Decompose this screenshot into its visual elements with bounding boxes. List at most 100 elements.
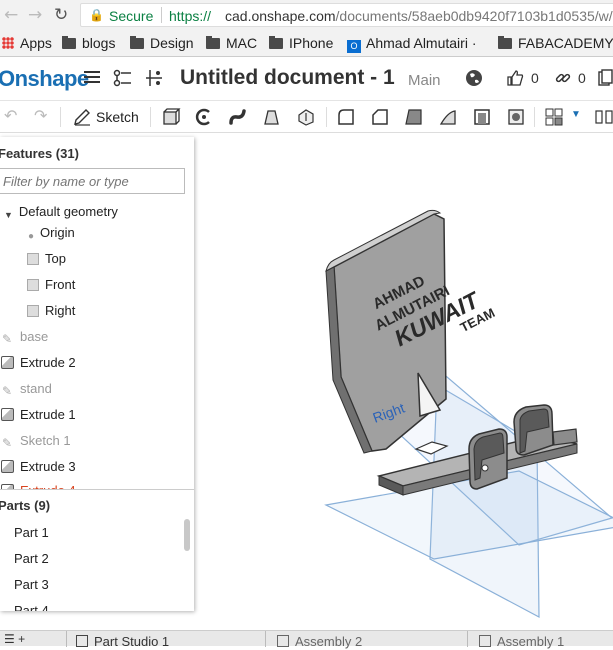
apps-grid-icon — [2, 37, 14, 49]
feature-label: Extrude 2 — [20, 355, 76, 370]
like-icon[interactable] — [506, 69, 524, 87]
bookmark-iphone[interactable]: IPhone — [269, 35, 333, 51]
bookmark-label: MAC — [226, 35, 258, 51]
secure-label: Secure — [109, 8, 154, 24]
feature-extrude-2[interactable]: Extrude 2 — [1, 354, 76, 380]
feature-origin[interactable]: ● Origin — [28, 224, 75, 250]
fillet-icon[interactable] — [336, 107, 356, 127]
url-text: cad.onshape.com/documents/58aeb0db9420f7… — [225, 8, 613, 24]
feature-base-sketch[interactable]: ✎ base — [2, 328, 48, 354]
tab-assembly-1[interactable]: Assembly 1 — [479, 634, 564, 650]
graphics-viewport[interactable]: AHMAD ALMUTAIRI KUWAIT TEAM Right — [194, 133, 613, 630]
part-item[interactable]: Part 4 — [14, 602, 49, 611]
redo-icon[interactable]: ↷ — [34, 106, 47, 126]
thicken-icon[interactable] — [296, 107, 316, 127]
link-count: 0 — [578, 70, 586, 86]
url-bar[interactable]: 🔒 Secure https:// cad.onshape.com/docume… — [80, 3, 613, 27]
copy-icon[interactable] — [598, 69, 613, 87]
part-item[interactable]: Part 3 — [14, 576, 49, 602]
origin-dot-icon: ● — [28, 231, 35, 242]
bookmark-mac[interactable]: MAC — [206, 35, 257, 51]
folder-icon — [62, 36, 76, 49]
chevron-down-icon[interactable]: ▼ — [4, 206, 13, 224]
reload-icon[interactable]: ↻ — [54, 5, 68, 25]
phone-stand-model[interactable]: AHMAD ALMUTAIRI KUWAIT TEAM Right — [194, 133, 613, 630]
features-header[interactable]: Features (31) — [0, 146, 79, 161]
sketch-pencil-icon: ✎ — [2, 332, 13, 346]
feature-label: Origin — [40, 225, 75, 240]
pencil-icon[interactable] — [72, 107, 92, 127]
chevron-down-icon[interactable]: ▼ — [571, 109, 581, 120]
feature-filter-input[interactable] — [0, 168, 185, 194]
mirror-icon[interactable] — [594, 107, 613, 127]
like-count: 0 — [531, 70, 539, 86]
part-item[interactable]: Part 1 — [14, 524, 49, 550]
feature-extrude-1[interactable]: Extrude 1 — [1, 406, 76, 432]
tab-divider — [467, 631, 468, 647]
rib-icon[interactable] — [438, 107, 458, 127]
bookmark-design[interactable]: Design — [130, 35, 194, 51]
plane-icon — [27, 253, 39, 265]
chamfer-icon[interactable] — [370, 107, 390, 127]
tab-part-studio-1[interactable]: Part Studio 1 — [76, 634, 169, 650]
draft-icon[interactable] — [404, 107, 424, 127]
insert-icon[interactable] — [145, 69, 163, 87]
forward-arrow-icon[interactable]: → — [28, 5, 42, 25]
origin-point — [481, 464, 489, 472]
extrude-icon[interactable] — [161, 107, 181, 127]
bookmark-label: Apps — [20, 35, 52, 51]
feature-toolbar: ↶ ↷ Sketch ▼ — [0, 100, 613, 133]
url-scheme: https:// — [169, 8, 212, 24]
toolbar-divider — [326, 107, 327, 127]
document-title[interactable]: Untitled document - 1 — [180, 66, 395, 90]
feature-front-plane[interactable]: Front — [27, 276, 75, 302]
feature-stand-sketch[interactable]: ✎ stand — [2, 380, 52, 406]
bookmark-apps[interactable]: Apps — [2, 35, 52, 51]
part-item[interactable]: Part 2 — [14, 550, 49, 576]
sketch-button[interactable]: Sketch — [96, 109, 139, 125]
bookmark-ahmad[interactable]: O Ahmad Almutairi · — [347, 35, 476, 53]
globe-icon[interactable] — [465, 69, 483, 87]
onshape-logo[interactable]: Onshape — [0, 66, 89, 92]
parts-scrollbar[interactable] — [184, 519, 190, 551]
sweep-icon[interactable] — [228, 107, 248, 127]
shell-icon[interactable] — [472, 107, 492, 127]
revolve-icon[interactable] — [194, 107, 214, 127]
feature-extrude-3[interactable]: Extrude 3 — [1, 458, 76, 484]
bookmark-label: FABACADEMY — [518, 35, 613, 51]
version-graph-icon[interactable] — [113, 69, 133, 87]
tab-label: Assembly 1 — [497, 634, 565, 649]
bookmark-blogs[interactable]: blogs — [62, 35, 115, 51]
sketch-pencil-icon: ✎ — [2, 384, 13, 398]
loft-icon[interactable] — [262, 107, 282, 127]
tab-assembly-2[interactable]: Assembly 2 — [277, 634, 362, 650]
plane-icon — [27, 279, 39, 291]
feature-right-plane[interactable]: Right — [27, 302, 75, 328]
branch-label: Main — [408, 72, 441, 89]
back-arrow-icon[interactable]: ← — [4, 5, 18, 25]
parts-section: Parts (9) Part 1 Part 2 Part 3 Part 4 — [0, 490, 194, 611]
url-path: /documents/58aeb0db9420f7103b1d0535/w/ — [335, 8, 613, 24]
link-icon[interactable] — [555, 70, 571, 86]
feature-top-plane[interactable]: Top — [27, 250, 66, 276]
bookmark-label: blogs — [82, 35, 116, 51]
part-studio-icon — [76, 635, 88, 647]
hamburger-menu-icon[interactable] — [84, 69, 100, 85]
assembly-icon — [277, 635, 289, 647]
folder-icon — [498, 36, 512, 49]
bookmark-fabacademy[interactable]: FABACADEMY — [498, 35, 613, 51]
parts-header[interactable]: Parts (9) — [0, 498, 50, 513]
hole-icon[interactable] — [506, 107, 526, 127]
feature-sketch-1[interactable]: ✎ Sketch 1 — [2, 432, 71, 458]
undo-icon[interactable]: ↶ — [4, 106, 17, 126]
base-tab — [552, 428, 578, 446]
feature-label: Top — [45, 251, 66, 266]
url-divider — [161, 7, 162, 23]
pattern-icon[interactable] — [544, 107, 564, 127]
outlook-icon: O — [347, 40, 361, 53]
toolbar-divider — [150, 107, 151, 127]
folder-icon — [269, 36, 283, 49]
bookmark-label: Design — [150, 35, 194, 51]
lock-icon: 🔒 — [89, 8, 104, 22]
tab-label: Part Studio 1 — [94, 634, 170, 649]
